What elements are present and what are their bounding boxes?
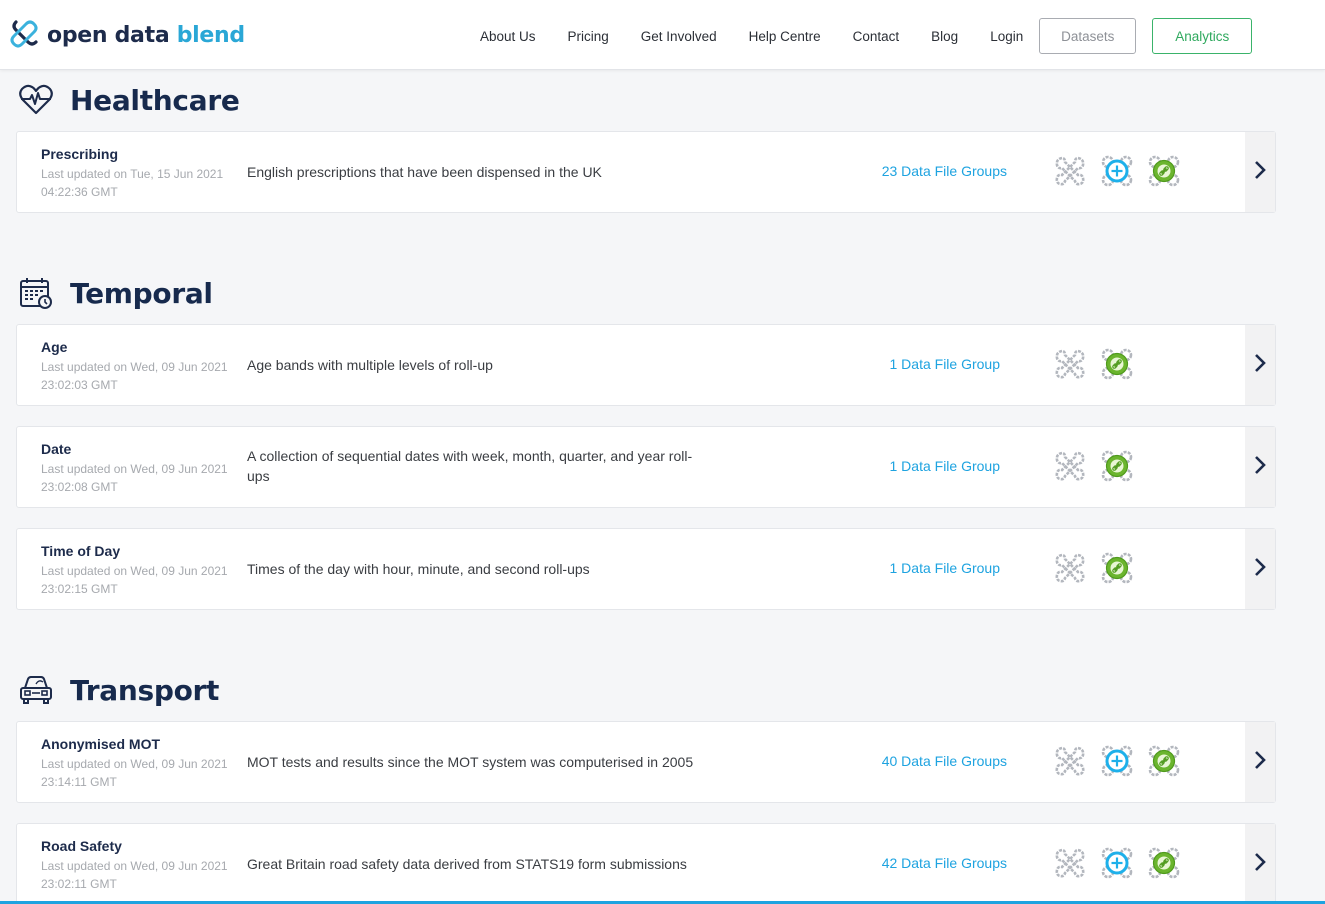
dataset-card[interactable]: Prescribing Last updated on Tue, 15 Jun … — [16, 131, 1276, 213]
chevron-right-icon — [1253, 557, 1267, 582]
section-title: Transport — [70, 673, 220, 707]
dataset-card[interactable]: Road Safety Last updated on Wed, 09 Jun … — [16, 823, 1276, 904]
section-title: Healthcare — [70, 83, 240, 117]
blend-link-icon[interactable] — [1100, 551, 1134, 585]
open-dataset-button[interactable] — [1245, 824, 1275, 904]
dataset-icons — [1053, 347, 1147, 381]
open-dataset-button[interactable] — [1245, 427, 1275, 507]
data-file-groups-link[interactable]: 1 Data File Group — [890, 458, 1001, 474]
open-dataset-button[interactable] — [1245, 132, 1275, 212]
analytics-button[interactable]: Analytics — [1152, 18, 1253, 54]
site-header: open data blend About Us Pricing Get Inv… — [0, 0, 1325, 70]
section-heading-healthcare: Healthcare — [17, 81, 240, 119]
chevron-right-icon — [1253, 160, 1267, 185]
dataset-name[interactable]: Road Safety — [41, 838, 122, 854]
data-file-groups-link[interactable]: 42 Data File Groups — [882, 855, 1007, 871]
nav-login[interactable]: Login — [990, 29, 1023, 44]
dataset-card[interactable]: Date Last updated on Wed, 09 Jun 2021 23:… — [16, 426, 1276, 508]
dataset-name[interactable]: Anonymised MOT — [41, 736, 160, 752]
dataset-icons — [1053, 846, 1194, 880]
section-title: Temporal — [70, 276, 213, 310]
dataset-description: MOT tests and results since the MOT syst… — [247, 754, 694, 770]
dataset-description: English prescriptions that have been dis… — [247, 164, 602, 180]
logo-mark-icon — [10, 18, 40, 53]
blend-icon[interactable] — [1053, 846, 1087, 880]
dataset-name[interactable]: Prescribing — [41, 146, 118, 162]
dataset-icons — [1053, 154, 1194, 188]
open-dataset-button[interactable] — [1245, 325, 1275, 405]
dataset-icons — [1053, 744, 1194, 778]
dataset-updated: Last updated on Wed, 09 Jun 2021 23:02:11… — [41, 859, 228, 891]
blend-link-icon[interactable] — [1147, 744, 1181, 778]
dataset-description: A collection of sequential dates with we… — [247, 448, 693, 484]
car-icon — [17, 671, 55, 709]
dataset-updated: Last updated on Wed, 09 Jun 2021 23:14:11… — [41, 757, 228, 789]
calendar-clock-icon — [17, 274, 55, 312]
dataset-description: Times of the day with hour, minute, and … — [247, 561, 590, 577]
nav-contact[interactable]: Contact — [853, 29, 900, 44]
blend-link-icon[interactable] — [1147, 154, 1181, 188]
section-heading-temporal: Temporal — [17, 274, 213, 312]
blend-icon[interactable] — [1053, 347, 1087, 381]
main-nav: About Us Pricing Get Involved Help Centr… — [480, 18, 1253, 54]
dataset-updated: Last updated on Tue, 15 Jun 2021 04:22:36… — [41, 167, 224, 199]
dataset-updated: Last updated on Wed, 09 Jun 2021 23:02:03… — [41, 360, 228, 392]
logo[interactable]: open data blend — [10, 18, 245, 53]
chevron-right-icon — [1253, 852, 1267, 877]
dataset-card[interactable]: Age Last updated on Wed, 09 Jun 2021 23:0… — [16, 324, 1276, 406]
heart-pulse-icon — [17, 81, 55, 119]
blend-add-icon[interactable] — [1100, 154, 1134, 188]
logo-wordmark: open data blend — [47, 23, 245, 48]
dataset-description: Age bands with multiple levels of roll-u… — [247, 357, 493, 373]
nav-pricing[interactable]: Pricing — [568, 29, 609, 44]
section-heading-transport: Transport — [17, 671, 219, 709]
blend-icon[interactable] — [1053, 744, 1087, 778]
blend-link-icon[interactable] — [1147, 846, 1181, 880]
dataset-icons — [1053, 551, 1147, 585]
data-file-groups-link[interactable]: 23 Data File Groups — [882, 163, 1007, 179]
chevron-right-icon — [1253, 750, 1267, 775]
dataset-description: Great Britain road safety data derived f… — [247, 856, 687, 872]
dataset-card[interactable]: Anonymised MOT Last updated on Wed, 09 J… — [16, 721, 1276, 803]
dataset-name[interactable]: Time of Day — [41, 543, 120, 559]
blend-icon[interactable] — [1053, 154, 1087, 188]
blend-add-icon[interactable] — [1100, 846, 1134, 880]
dataset-card[interactable]: Time of Day Last updated on Wed, 09 Jun … — [16, 528, 1276, 610]
blend-icon[interactable] — [1053, 551, 1087, 585]
open-dataset-button[interactable] — [1245, 529, 1275, 609]
blend-add-icon[interactable] — [1100, 744, 1134, 778]
nav-get-involved[interactable]: Get Involved — [641, 29, 717, 44]
chevron-right-icon — [1253, 353, 1267, 378]
chevron-right-icon — [1253, 455, 1267, 480]
dataset-updated: Last updated on Wed, 09 Jun 2021 23:02:15… — [41, 564, 228, 596]
blend-link-icon[interactable] — [1100, 347, 1134, 381]
data-file-groups-link[interactable]: 1 Data File Group — [890, 560, 1001, 576]
nav-about-us[interactable]: About Us — [480, 29, 536, 44]
dataset-icons — [1053, 449, 1147, 483]
nav-blog[interactable]: Blog — [931, 29, 958, 44]
nav-help-centre[interactable]: Help Centre — [749, 29, 821, 44]
datasets-button[interactable]: Datasets — [1039, 18, 1137, 54]
blend-icon[interactable] — [1053, 449, 1087, 483]
blend-link-icon[interactable] — [1100, 449, 1134, 483]
data-file-groups-link[interactable]: 40 Data File Groups — [882, 753, 1007, 769]
dataset-name[interactable]: Age — [41, 339, 67, 355]
open-dataset-button[interactable] — [1245, 722, 1275, 802]
dataset-name[interactable]: Date — [41, 441, 71, 457]
dataset-updated: Last updated on Wed, 09 Jun 2021 23:02:08… — [41, 462, 228, 494]
data-file-groups-link[interactable]: 1 Data File Group — [890, 356, 1001, 372]
